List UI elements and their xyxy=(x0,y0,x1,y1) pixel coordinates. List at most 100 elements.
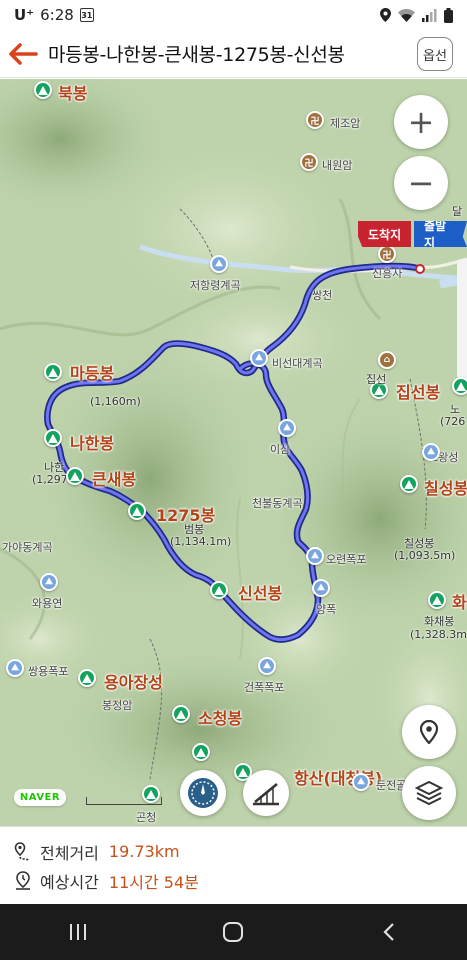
carrier-label: U⁺ xyxy=(14,6,35,24)
peak-sub-jipseon: 집선 xyxy=(366,373,387,386)
peak-marker-bukbong[interactable] xyxy=(34,81,52,99)
options-button[interactable]: 옵선 xyxy=(417,37,453,71)
distance-label: 전체거리 xyxy=(40,843,99,863)
home-button[interactable] xyxy=(203,904,263,960)
my-location-button[interactable] xyxy=(402,705,456,759)
peak-marker-jungcheong[interactable] xyxy=(192,743,210,761)
layers-button[interactable] xyxy=(402,766,456,820)
peak-marker-socheong[interactable] xyxy=(172,705,190,723)
label-bongjeongam: 봉정암 xyxy=(102,699,133,712)
compass-icon xyxy=(188,778,218,808)
peak-elev-hwachae: (1,328.3m) xyxy=(410,628,467,641)
waterfall-icon-wayongyeon[interactable]: ⛰ xyxy=(40,573,58,591)
waterfall-icon-geonpok[interactable]: ⛰ xyxy=(258,657,276,675)
map-view[interactable]: 북봉 마등봉 (1,160m) 나한봉 나한 (1,297. 큰새봉 1275봉… xyxy=(0,79,467,826)
peak-label-bukbong: 북봉 xyxy=(58,84,88,103)
recent-apps-icon xyxy=(69,924,86,940)
peak-label-sinseon: 신선봉 xyxy=(238,584,283,603)
signal-icon xyxy=(422,8,437,22)
label-biseondae: 비선대계곡 xyxy=(272,357,323,370)
peak-marker-1275[interactable] xyxy=(128,502,146,520)
distance-value: 19.73km xyxy=(108,842,180,861)
waterfall-icon-oryeon[interactable]: ⛰ xyxy=(306,547,324,565)
valley-icon-biseondae[interactable]: ⛰ xyxy=(250,349,268,367)
label-geonpok: 건폭폭포 xyxy=(244,681,285,694)
zoom-out-button[interactable]: − xyxy=(394,156,448,210)
route-header: 마등봉-나한봉-큰새봉-1275봉-신선봉 옵선 xyxy=(0,30,467,78)
peak-marker-chilseong[interactable] xyxy=(400,475,418,493)
label-wayongyeon: 와용연 xyxy=(32,597,63,610)
peak-marker-sinseon[interactable] xyxy=(210,581,228,599)
poi-icon-isam[interactable]: ⛰ xyxy=(278,419,296,437)
peak-label-socheong: 소청봉 xyxy=(198,709,243,728)
layers-icon xyxy=(415,780,443,806)
label-oryeon: 오련폭포 xyxy=(326,553,367,566)
peak-label-chilseong: 칠성봉 xyxy=(424,479,467,498)
peak-elev-madeung: (1,160m) xyxy=(90,395,141,408)
time-row: 예상시간 11시간 54분 xyxy=(14,866,453,895)
naver-logo: NAVER xyxy=(14,789,66,806)
waterfall-icon-yangpok[interactable]: ⛰ xyxy=(312,579,330,597)
waterfall-icon-ssangyong[interactable]: ⛰ xyxy=(6,659,24,677)
label-sinheungsa: 신흥사 xyxy=(372,267,403,280)
label-jejoam: 제조암 xyxy=(330,117,361,130)
poi-icon-dunjeon[interactable]: ⛰ xyxy=(352,773,370,791)
label-gonjeong: 곤청 xyxy=(136,811,157,824)
peak-elev-chilseong: (1,093.5m) xyxy=(394,549,456,562)
peak-sub-hwachae: 화채봉 xyxy=(424,615,455,628)
time-value: 11시간 54분 xyxy=(108,872,199,892)
battery-icon xyxy=(444,7,453,23)
label-jeohangryeong: 저항령계곡 xyxy=(190,279,241,292)
peak-sub-dal: 달 xyxy=(452,205,463,218)
peak-label-madeung: 마등봉 xyxy=(70,364,115,383)
back-nav-button[interactable] xyxy=(359,904,419,960)
arrow-left-icon xyxy=(9,42,38,65)
route-distance-icon xyxy=(14,841,30,861)
status-bar: U⁺ 6:28 31 xyxy=(0,0,467,30)
temple-icon-naewonam[interactable]: 卍 xyxy=(300,153,318,171)
route-info-panel: 전체거리 19.73km 예상시간 11시간 54분 xyxy=(0,826,467,904)
clock: 6:28 xyxy=(40,6,74,24)
valley-icon-jeohangryeong[interactable]: ⛰ xyxy=(210,255,228,273)
label-ssangyong: 쌍용폭포 xyxy=(28,665,69,678)
distance-row: 전체거리 19.73km xyxy=(14,837,453,866)
zoom-in-button[interactable]: + xyxy=(394,95,448,149)
start-flag[interactable]: 출발지 xyxy=(414,221,467,247)
peak-marker-hwachae[interactable] xyxy=(428,591,446,609)
time-label: 예상시간 xyxy=(40,872,99,892)
peak-marker-nahan[interactable] xyxy=(44,429,62,447)
peak-marker-yongajangseong[interactable] xyxy=(78,669,96,687)
temple-icon-sinheungsa[interactable]: 卍 xyxy=(378,245,396,263)
hut-icon-heukseon[interactable]: ⌂ xyxy=(378,351,396,369)
label-cheonbuldong: 천불동계곡 xyxy=(252,497,303,510)
peak-elev-1275: (1,134.1m) xyxy=(170,535,232,548)
calendar-icon: 31 xyxy=(79,8,94,22)
map-scale-bar xyxy=(86,797,162,805)
peak-label-keunsae: 큰새봉 xyxy=(92,470,137,489)
label-gayadong: 가야동계곡 xyxy=(2,541,53,554)
page-title: 마등봉-나한봉-큰새봉-1275봉-신선봉 xyxy=(48,44,345,66)
recent-apps-button[interactable] xyxy=(48,904,108,960)
label-ssangcheon: 쌍천 xyxy=(312,289,333,302)
slope-icon xyxy=(253,783,279,806)
wifi-icon xyxy=(398,8,415,22)
back-button[interactable] xyxy=(0,30,46,78)
peak-label-jipseon: 집선봉 xyxy=(396,383,441,402)
label-isam: 이삼 xyxy=(270,443,291,456)
system-nav-bar xyxy=(0,904,467,960)
location-icon xyxy=(380,8,391,22)
temple-icon-jejoam[interactable]: 卍 xyxy=(306,111,324,129)
map-edge-strip xyxy=(457,259,467,379)
estimated-time-icon xyxy=(16,870,30,890)
elevation-profile-button[interactable] xyxy=(243,770,289,816)
chevron-left-icon xyxy=(383,923,394,941)
peak-elev-no: (726 xyxy=(440,415,466,428)
compass-button[interactable] xyxy=(180,770,226,816)
end-flag[interactable]: 도착지 xyxy=(358,221,412,247)
peak-marker-no[interactable] xyxy=(452,377,467,395)
peak-marker-keunsae[interactable] xyxy=(66,467,84,485)
home-icon xyxy=(223,922,244,942)
peak-label-hwa-partial: 화 xyxy=(452,593,467,612)
peak-marker-madeung[interactable] xyxy=(44,363,62,381)
poi-icon-towang[interactable]: ⛰ xyxy=(422,443,440,461)
